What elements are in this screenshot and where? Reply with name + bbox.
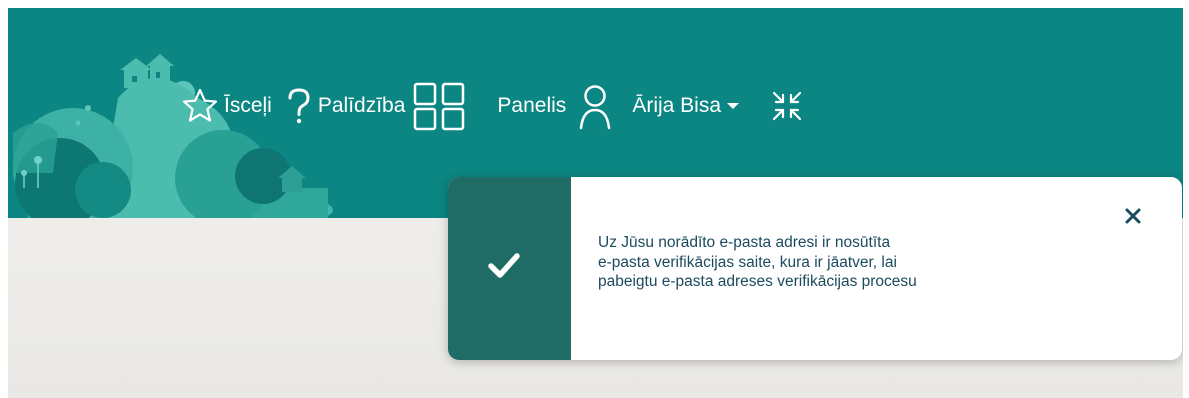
collapse-icon <box>770 89 804 123</box>
nav-dashboard[interactable]: Panelis <box>411 80 566 132</box>
user-icon <box>578 82 612 130</box>
notification-message: Uz Jūsu norādīto e-pasta adresi ir nosūt… <box>598 233 1108 292</box>
close-button[interactable]: × <box>1125 208 1141 229</box>
nav-help-label: Palīdzība <box>317 94 406 117</box>
caret-down-icon <box>726 101 740 111</box>
header-nav: Īsceļi Palīdzība Panelis Ārija Bisa <box>181 76 804 136</box>
notification-line: Uz Jūsu norādīto e-pasta adresi ir nosūt… <box>598 234 891 251</box>
grid-icon <box>411 80 471 132</box>
nav-user-label: Ārija Bisa <box>632 94 722 117</box>
notification-line: pabeigtu e-pasta adreses verifikācijas p… <box>598 273 917 290</box>
notification-line: e-pasta verifikācijas saite, kura ir jāa… <box>598 253 897 271</box>
nav-favorites-label: Īsceļi <box>224 94 272 117</box>
notification-toast: Uz Jūsu norādīto e-pasta adresi ir nosūt… <box>448 177 1182 360</box>
nav-user-menu[interactable]: Ārija Bisa <box>578 82 740 130</box>
checkmark-icon <box>488 251 520 284</box>
star-icon <box>181 87 219 125</box>
nav-help[interactable]: Palīdzība <box>286 87 406 125</box>
page: Īsceļi Palīdzība Panelis Ārija Bisa Uz J… <box>8 8 1183 398</box>
collapse-button[interactable] <box>770 89 804 123</box>
nav-dashboard-label: Panelis <box>497 94 567 117</box>
toast-status-bar <box>448 177 571 360</box>
nav-favorites[interactable]: Īsceļi <box>181 87 272 125</box>
close-glyph <box>1125 208 1141 224</box>
question-icon <box>286 87 312 125</box>
